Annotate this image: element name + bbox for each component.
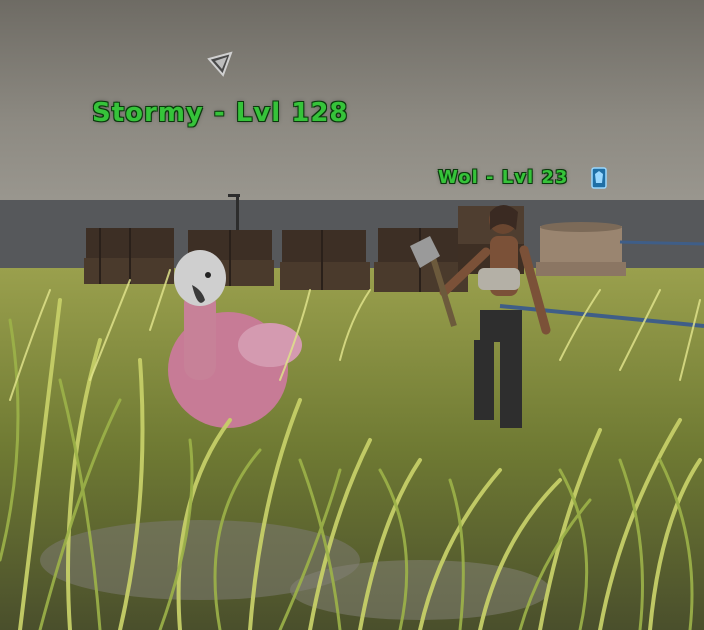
creature-nameplate-stormy: Stormy - Lvl 128: [92, 98, 349, 128]
waypoint-marker-icon[interactable]: [207, 51, 235, 77]
player-nameplate-wol: Wol - Lvl 23: [438, 167, 569, 188]
lamp-post: [236, 195, 239, 230]
storage-chest[interactable]: [84, 228, 174, 284]
stone-structure[interactable]: [536, 222, 626, 276]
storage-chest[interactable]: [280, 230, 370, 290]
tribe-badge-icon: [591, 167, 607, 189]
game-viewport[interactable]: Stormy - Lvl 128 Wol - Lvl 23: [0, 0, 704, 630]
world-scene: [0, 0, 704, 630]
